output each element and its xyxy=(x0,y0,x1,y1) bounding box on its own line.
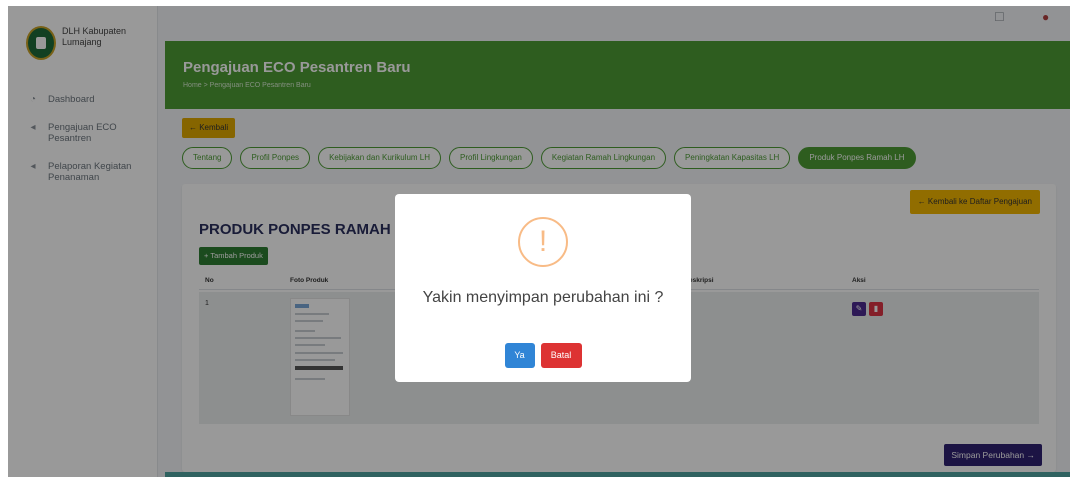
app-window: DLH Kabupaten Lumajang ◔ Dashboard ◂ Pen… xyxy=(8,6,1070,477)
confirm-button[interactable]: Ya xyxy=(504,343,535,368)
cancel-button[interactable]: Batal xyxy=(540,343,582,368)
warning-icon: ! xyxy=(518,217,568,267)
confirm-dialog: ! Yakin menyimpan perubahan ini ? Ya Bat… xyxy=(395,194,691,382)
dialog-actions: Ya Batal xyxy=(395,343,691,368)
dialog-title: Yakin menyimpan perubahan ini ? xyxy=(422,289,664,306)
